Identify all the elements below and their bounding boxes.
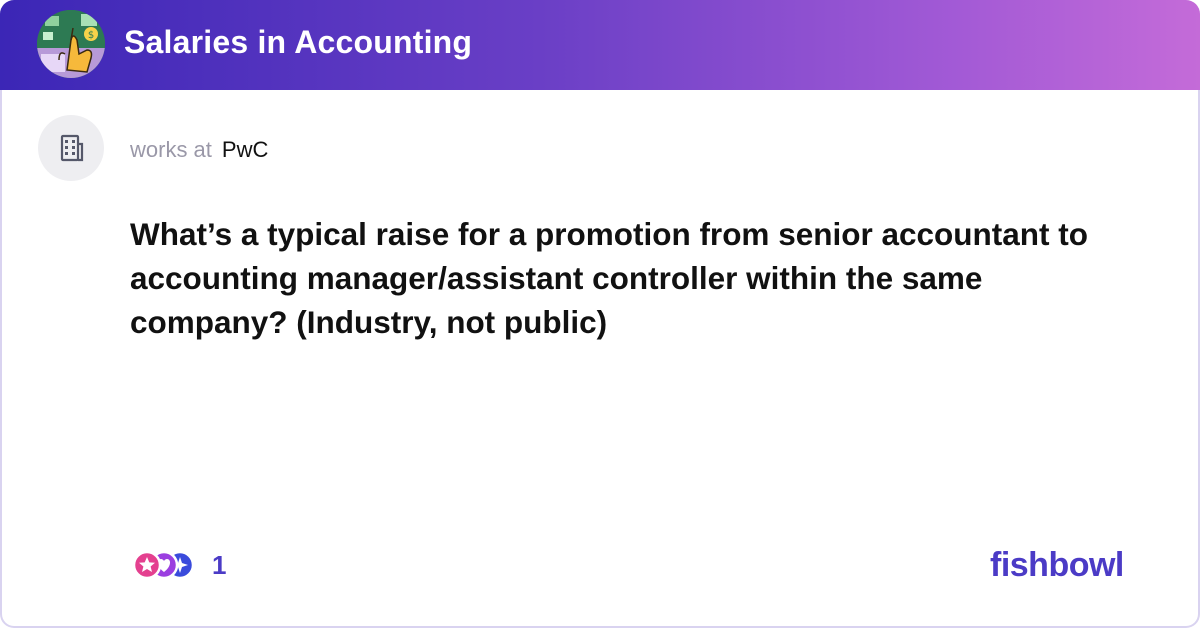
fishbowl-logo[interactable]: fishbowl: [990, 543, 1124, 587]
works-at-label: works at: [130, 137, 212, 162]
reaction-icons: [130, 548, 198, 582]
bowl-header: $ Salaries in Accounting: [0, 0, 1200, 90]
post-question: What’s a typical raise for a promotion f…: [130, 216, 1088, 340]
post-card: $ Salaries in Accounting works at PwC Wha…: [0, 0, 1200, 628]
svg-text:$: $: [88, 30, 94, 41]
reaction-count: 1: [212, 550, 227, 580]
company-name[interactable]: PwC: [222, 137, 268, 162]
building-icon: [60, 134, 84, 162]
author-line: works at PwC: [130, 135, 268, 165]
reactions[interactable]: 1: [130, 548, 226, 582]
bowl-avatar-icon[interactable]: $: [37, 10, 105, 78]
company-avatar[interactable]: [38, 115, 104, 181]
bowl-title[interactable]: Salaries in Accounting: [124, 22, 472, 62]
star-reaction-icon: [132, 550, 162, 580]
